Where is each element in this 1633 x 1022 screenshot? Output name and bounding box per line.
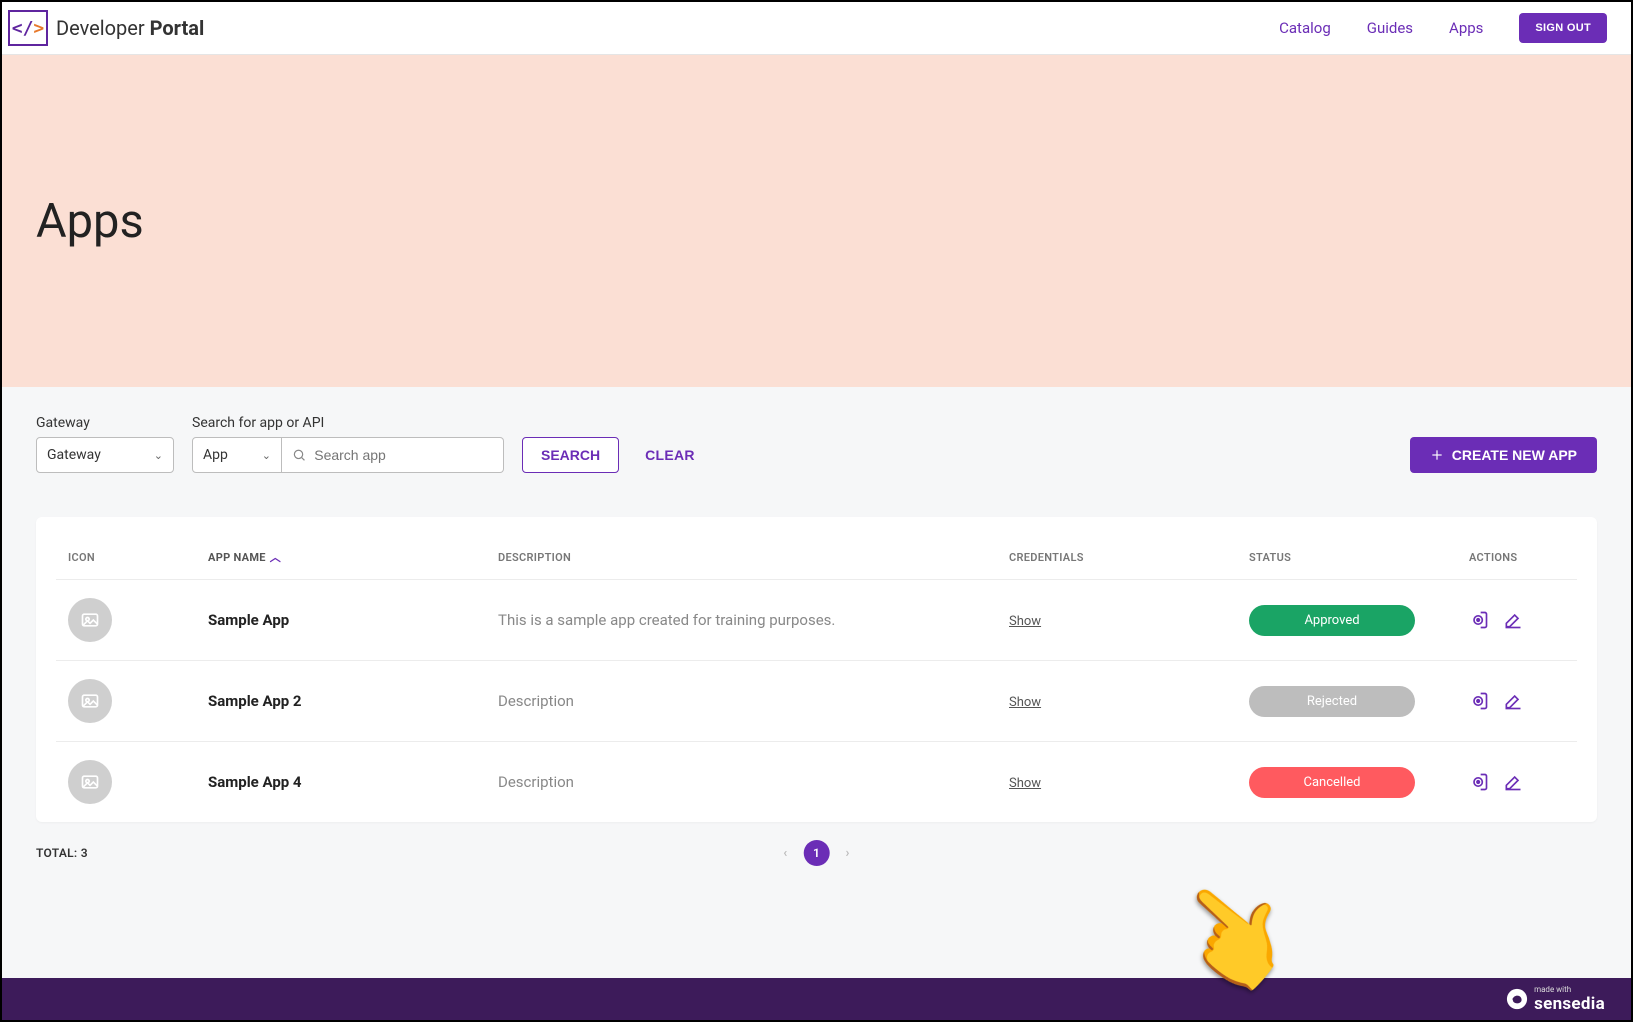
view-icon[interactable] xyxy=(1469,610,1489,630)
gateway-select[interactable]: Gateway ⌄ xyxy=(36,437,174,473)
table-row: Sample App 4Description Show Cancelled xyxy=(56,742,1577,823)
nav-link-apps[interactable]: Apps xyxy=(1449,19,1483,37)
search-icon xyxy=(292,447,306,463)
th-icon: ICON xyxy=(56,535,196,580)
image-placeholder-icon xyxy=(68,598,112,642)
create-btn-label: CREATE NEW APP xyxy=(1452,447,1577,463)
status-badge: Cancelled xyxy=(1249,767,1415,798)
status-badge: Rejected xyxy=(1249,686,1415,717)
edit-icon[interactable] xyxy=(1503,610,1523,630)
edit-icon[interactable] xyxy=(1503,772,1523,792)
search-button[interactable]: SEARCH xyxy=(522,437,619,473)
th-credentials: CREDENTIALS xyxy=(997,535,1237,580)
sensedia-brand: made with sensedia xyxy=(1506,985,1605,1014)
page-next[interactable]: › xyxy=(840,842,856,865)
gateway-filter: Gateway Gateway ⌄ xyxy=(36,415,174,473)
sensedia-label: sensedia xyxy=(1534,994,1605,1014)
sensedia-logo-icon xyxy=(1506,988,1528,1010)
view-icon[interactable] xyxy=(1469,772,1489,792)
pagination: ‹ 1 › xyxy=(777,840,856,866)
chevron-down-icon: ⌄ xyxy=(262,449,271,462)
signout-button[interactable]: SIGN OUT xyxy=(1519,13,1607,43)
page-prev[interactable]: ‹ xyxy=(777,842,793,865)
header-nav: Catalog Guides Apps SIGN OUT xyxy=(1279,13,1607,43)
search-combo: App ⌄ xyxy=(192,437,504,473)
top-header: </> Developer Portal Catalog Guides Apps… xyxy=(2,2,1631,55)
image-placeholder-icon xyxy=(68,679,112,723)
th-status: STATUS xyxy=(1237,535,1457,580)
create-new-app-button[interactable]: CREATE NEW APP xyxy=(1410,437,1597,473)
th-app-name[interactable]: APP NAME︿ xyxy=(196,535,486,580)
sort-asc-icon: ︿ xyxy=(270,551,281,564)
status-badge: Approved xyxy=(1249,605,1415,636)
clear-button[interactable]: CLEAR xyxy=(637,437,703,473)
edit-icon[interactable] xyxy=(1503,691,1523,711)
apps-table: ICON APP NAME︿ DESCRIPTION CREDENTIALS S… xyxy=(56,535,1577,822)
search-type-select[interactable]: App ⌄ xyxy=(192,437,282,473)
hero-banner: Apps xyxy=(2,55,1631,387)
brand-block: </> Developer Portal xyxy=(8,10,204,46)
cell-app-name: Sample App 4 xyxy=(196,742,486,823)
show-credentials-link[interactable]: Show xyxy=(1009,614,1041,629)
table-row: Sample AppThis is a sample app created f… xyxy=(56,580,1577,661)
page-current[interactable]: 1 xyxy=(804,840,830,866)
view-icon[interactable] xyxy=(1469,691,1489,711)
search-filter: Search for app or API App ⌄ xyxy=(192,415,504,473)
search-type-value: App xyxy=(203,447,228,463)
show-credentials-link[interactable]: Show xyxy=(1009,776,1041,791)
table-footer: TOTAL: 3 ‹ 1 › xyxy=(36,846,1597,860)
th-description: DESCRIPTION xyxy=(486,535,997,580)
total-count: TOTAL: 3 xyxy=(36,846,88,860)
chevron-down-icon: ⌄ xyxy=(154,449,163,462)
nav-link-catalog[interactable]: Catalog xyxy=(1279,19,1331,37)
content-area: Gateway Gateway ⌄ Search for app or API … xyxy=(2,387,1631,978)
made-with-label: made with xyxy=(1534,985,1605,994)
search-input[interactable] xyxy=(314,447,493,463)
cell-app-name: Sample App 2 xyxy=(196,661,486,742)
filter-row: Gateway Gateway ⌄ Search for app or API … xyxy=(36,415,1597,473)
brand-bold: Portal xyxy=(150,16,205,40)
page-title: Apps xyxy=(36,194,144,249)
table-row: Sample App 2Description Show Rejected xyxy=(56,661,1577,742)
code-logo-icon: </> xyxy=(8,10,48,46)
gateway-label: Gateway xyxy=(36,415,174,431)
cell-app-name: Sample App xyxy=(196,580,486,661)
search-label: Search for app or API xyxy=(192,415,504,431)
plus-icon xyxy=(1430,448,1444,462)
cell-description: Description xyxy=(486,742,997,823)
search-box xyxy=(282,437,504,473)
bottom-bar: made with sensedia xyxy=(2,978,1631,1020)
nav-link-guides[interactable]: Guides xyxy=(1367,19,1413,37)
brand-prefix: Developer xyxy=(56,16,150,40)
cell-description: This is a sample app created for trainin… xyxy=(486,580,997,661)
image-placeholder-icon xyxy=(68,760,112,804)
cell-description: Description xyxy=(486,661,997,742)
gateway-value: Gateway xyxy=(47,447,101,463)
show-credentials-link[interactable]: Show xyxy=(1009,695,1041,710)
th-actions: ACTIONS xyxy=(1457,535,1577,580)
brand-text: Developer Portal xyxy=(56,16,204,40)
apps-table-card: ICON APP NAME︿ DESCRIPTION CREDENTIALS S… xyxy=(36,517,1597,822)
